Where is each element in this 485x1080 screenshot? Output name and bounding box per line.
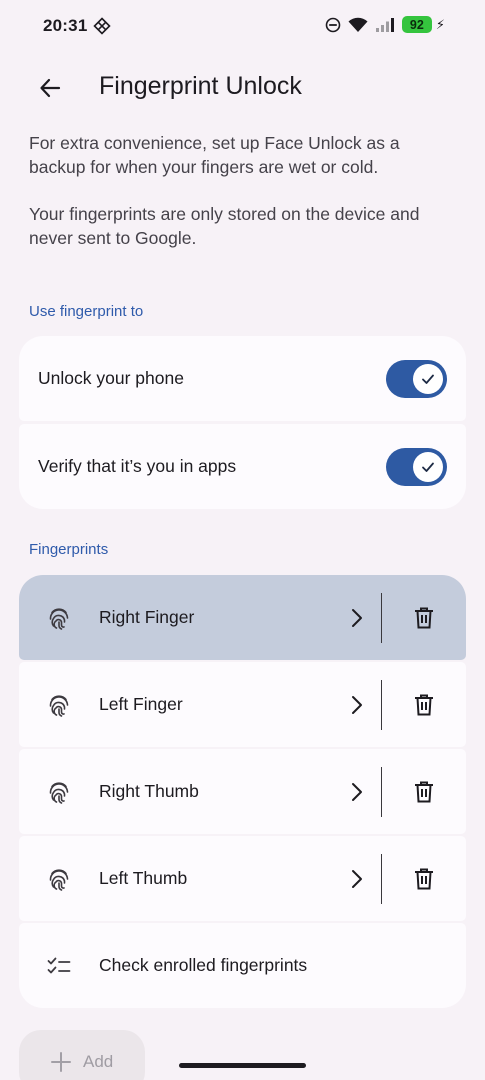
fingerprint-label: Right Finger bbox=[99, 607, 195, 627]
chevron-right-icon[interactable] bbox=[339, 859, 375, 899]
fingerprint-icon bbox=[19, 749, 99, 834]
fingerprint-icon bbox=[19, 662, 99, 747]
fingerprint-row-left-thumb[interactable]: Left Thumb bbox=[19, 836, 466, 921]
fingerprint-row-left-finger[interactable]: Left Finger bbox=[19, 662, 466, 747]
chevron-right-icon[interactable] bbox=[339, 772, 375, 812]
unlock-phone-row[interactable]: Unlock your phone bbox=[19, 336, 466, 421]
back-button[interactable] bbox=[36, 74, 64, 102]
battery-level: 92 bbox=[409, 17, 424, 32]
use-fingerprint-header: Use fingerprint to bbox=[29, 303, 144, 320]
delete-fingerprint-button[interactable] bbox=[382, 575, 466, 660]
trash-icon bbox=[415, 694, 433, 715]
delete-fingerprint-button[interactable] bbox=[382, 662, 466, 747]
status-bar: 20:31 92 ⚡ bbox=[0, 0, 485, 54]
trash-icon bbox=[415, 607, 433, 628]
delete-fingerprint-button[interactable] bbox=[382, 836, 466, 921]
unlock-phone-label: Unlock your phone bbox=[38, 368, 184, 388]
check-icon bbox=[422, 374, 434, 384]
fingerprint-label: Right Thumb bbox=[99, 781, 199, 801]
fingerprint-row-right-finger[interactable]: Right Finger bbox=[19, 575, 466, 660]
switch-knob bbox=[413, 363, 443, 394]
fingerprint-icon bbox=[19, 836, 99, 921]
arrow-back-icon bbox=[40, 78, 61, 98]
bolt-icon: ⚡ bbox=[435, 16, 445, 32]
verify-in-apps-row[interactable]: Verify that it’s you in apps bbox=[19, 424, 466, 509]
chevron-right-icon[interactable] bbox=[339, 685, 375, 725]
delete-fingerprint-button[interactable] bbox=[382, 749, 466, 834]
add-fingerprint-button[interactable]: Add bbox=[19, 1030, 145, 1080]
verify-in-apps-switch[interactable] bbox=[386, 447, 447, 486]
intro-face-unlock-text: For extra convenience, set up Face Unloc… bbox=[29, 133, 400, 177]
fingerprint-label: Left Thumb bbox=[99, 868, 188, 888]
fingerprint-label: Left Finger bbox=[99, 694, 183, 714]
intro-privacy-text: Your fingerprints are only stored on the… bbox=[29, 204, 420, 248]
signal-icon bbox=[375, 17, 394, 32]
status-indicators: 92 ⚡ bbox=[325, 16, 445, 33]
battery-indicator: 92 bbox=[401, 16, 432, 33]
checklist-icon bbox=[19, 923, 99, 1008]
status-time: 20:31 bbox=[43, 16, 88, 35]
fingerprint-unlock-screen: 20:31 92 ⚡ Fingerprint Unlock For extra … bbox=[0, 0, 485, 1080]
app-bar: Fingerprint Unlock bbox=[0, 64, 485, 112]
dnd-icon bbox=[325, 17, 341, 32]
verify-in-apps-label: Verify that it’s you in apps bbox=[38, 456, 237, 476]
check-enrolled-label: Check enrolled fingerprints bbox=[99, 955, 308, 975]
gesture-nav-handle[interactable] bbox=[179, 1063, 306, 1068]
add-button-label: Add bbox=[83, 1052, 114, 1071]
diamond-grid-icon bbox=[93, 17, 111, 35]
fingerprint-row-right-thumb[interactable]: Right Thumb bbox=[19, 749, 466, 834]
check-enrolled-row[interactable]: Check enrolled fingerprints bbox=[19, 923, 466, 1008]
page-title: Fingerprint Unlock bbox=[99, 72, 302, 100]
switch-knob bbox=[413, 451, 443, 482]
wifi-icon bbox=[348, 17, 368, 32]
trash-icon bbox=[415, 781, 433, 802]
fingerprints-header: Fingerprints bbox=[29, 541, 109, 558]
plus-icon bbox=[51, 1052, 71, 1072]
chevron-right-icon[interactable] bbox=[339, 598, 375, 638]
unlock-phone-switch[interactable] bbox=[386, 359, 447, 398]
trash-icon bbox=[415, 868, 433, 889]
check-icon bbox=[422, 462, 434, 472]
fingerprint-icon bbox=[19, 575, 99, 660]
